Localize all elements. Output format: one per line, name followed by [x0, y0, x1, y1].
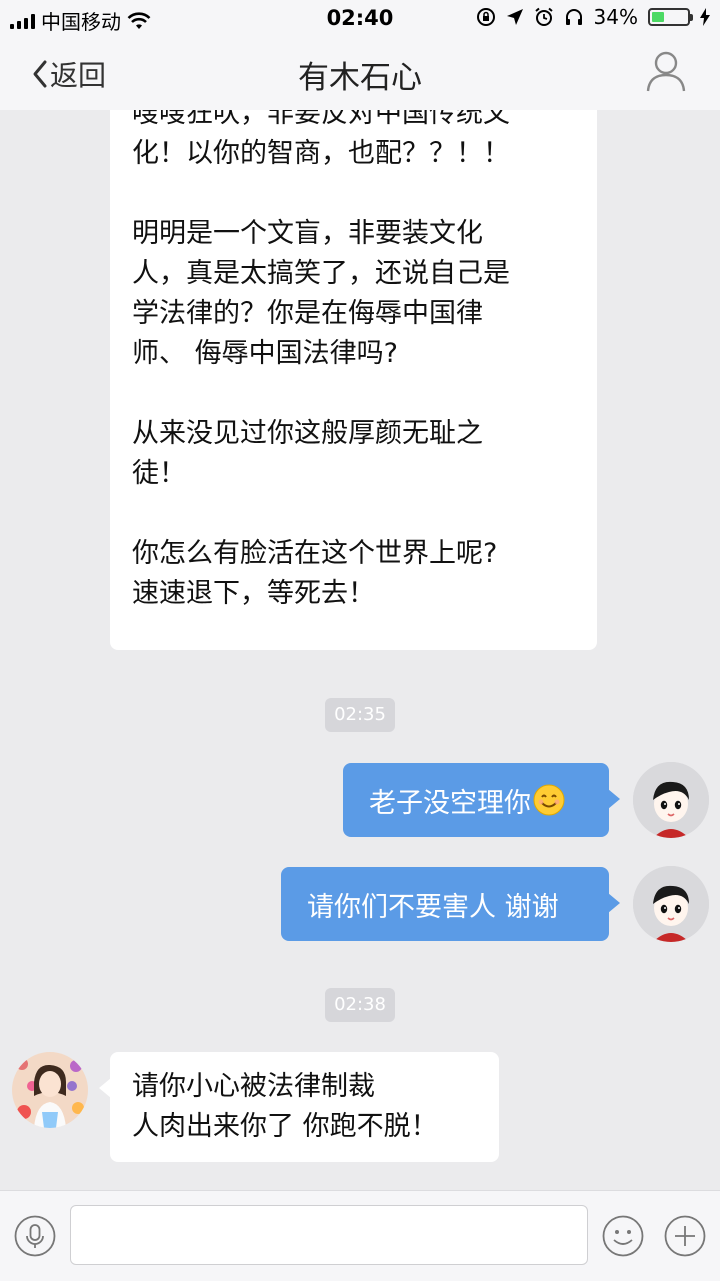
contact-avatar[interactable] — [12, 1052, 88, 1128]
voice-button[interactable] — [14, 1215, 56, 1261]
incoming-message[interactable]: 嗖嗖狂吠，非要反对中国传统文 化！以你的智商，也配？？！！ 明明是一个文盲，非要… — [110, 110, 597, 650]
plus-icon — [664, 1215, 706, 1257]
headphones-icon — [565, 9, 582, 25]
cartoon-boy-avatar-icon — [633, 866, 709, 942]
my-avatar[interactable] — [633, 866, 709, 942]
input-bar — [0, 1190, 720, 1281]
cartoon-boy-avatar-icon — [633, 762, 709, 838]
timestamp: 02:38 — [325, 988, 395, 1022]
chat-title: 有木石心 — [298, 60, 422, 96]
incoming-message[interactable]: 请你小心被法律制裁 人肉出来你了 你跑不脱！ — [99, 1052, 499, 1162]
alarm-icon — [534, 7, 553, 26]
profile-button[interactable] — [646, 50, 686, 96]
status-bar: 中国移动 02:40 34% — [0, 0, 720, 36]
signal-icon — [10, 13, 35, 29]
outgoing-message[interactable]: 请你们不要害人 谢谢 — [281, 867, 620, 941]
timestamp: 02:35 — [325, 698, 395, 732]
message-paragraph: 明明是一个文盲，非要装文化 人，真是太搞笑了，还说自己是 学法律的？你是在侮辱中… — [132, 218, 510, 369]
message-paragraph: 嗖嗖狂吠，非要反对中国传统文 化！以你的智商，也配？？！！ — [132, 110, 510, 169]
charging-icon — [700, 8, 710, 26]
outgoing-message[interactable]: 老子没空理你 — [343, 763, 620, 837]
message-text: 请你们不要害人 谢谢 — [307, 891, 559, 923]
message-paragraph: 你怎么有脸活在这个世界上呢? 速速退下，等死去！ — [132, 538, 498, 609]
my-avatar[interactable] — [633, 762, 709, 838]
location-icon — [506, 9, 523, 25]
wifi-icon — [127, 11, 151, 29]
nav-bar: 返回 有木石心 — [0, 36, 720, 110]
chevron-left-icon — [33, 60, 47, 88]
carrier-label: 中国移动 — [41, 10, 121, 34]
back-button[interactable]: 返回 — [30, 54, 106, 94]
back-label: 返回 — [50, 59, 107, 92]
battery-fill — [652, 12, 664, 22]
person-icon — [646, 51, 686, 92]
emoji-button[interactable] — [602, 1215, 644, 1261]
smiling-face-emoji — [533, 784, 565, 816]
message-text: 老子没空理你 — [369, 787, 531, 819]
message-paragraph: 从来没见过你这般厚颜无耻之 徒！ — [132, 418, 483, 489]
battery-percent: 34% — [593, 5, 638, 29]
more-button[interactable] — [664, 1215, 706, 1261]
lock-rotation-icon — [476, 8, 495, 26]
message-paragraph: 请你小心被法律制裁 人肉出来你了 你跑不脱！ — [132, 1071, 438, 1142]
message-input[interactable] — [70, 1205, 588, 1265]
photo-avatar-icon — [12, 1052, 88, 1128]
battery-icon — [648, 8, 693, 26]
emoji-icon — [602, 1215, 644, 1257]
microphone-icon — [14, 1215, 56, 1257]
chat-area[interactable]: 嗖嗖狂吠，非要反对中国传统文 化！以你的智商，也配？？！！ 明明是一个文盲，非要… — [0, 110, 720, 1190]
